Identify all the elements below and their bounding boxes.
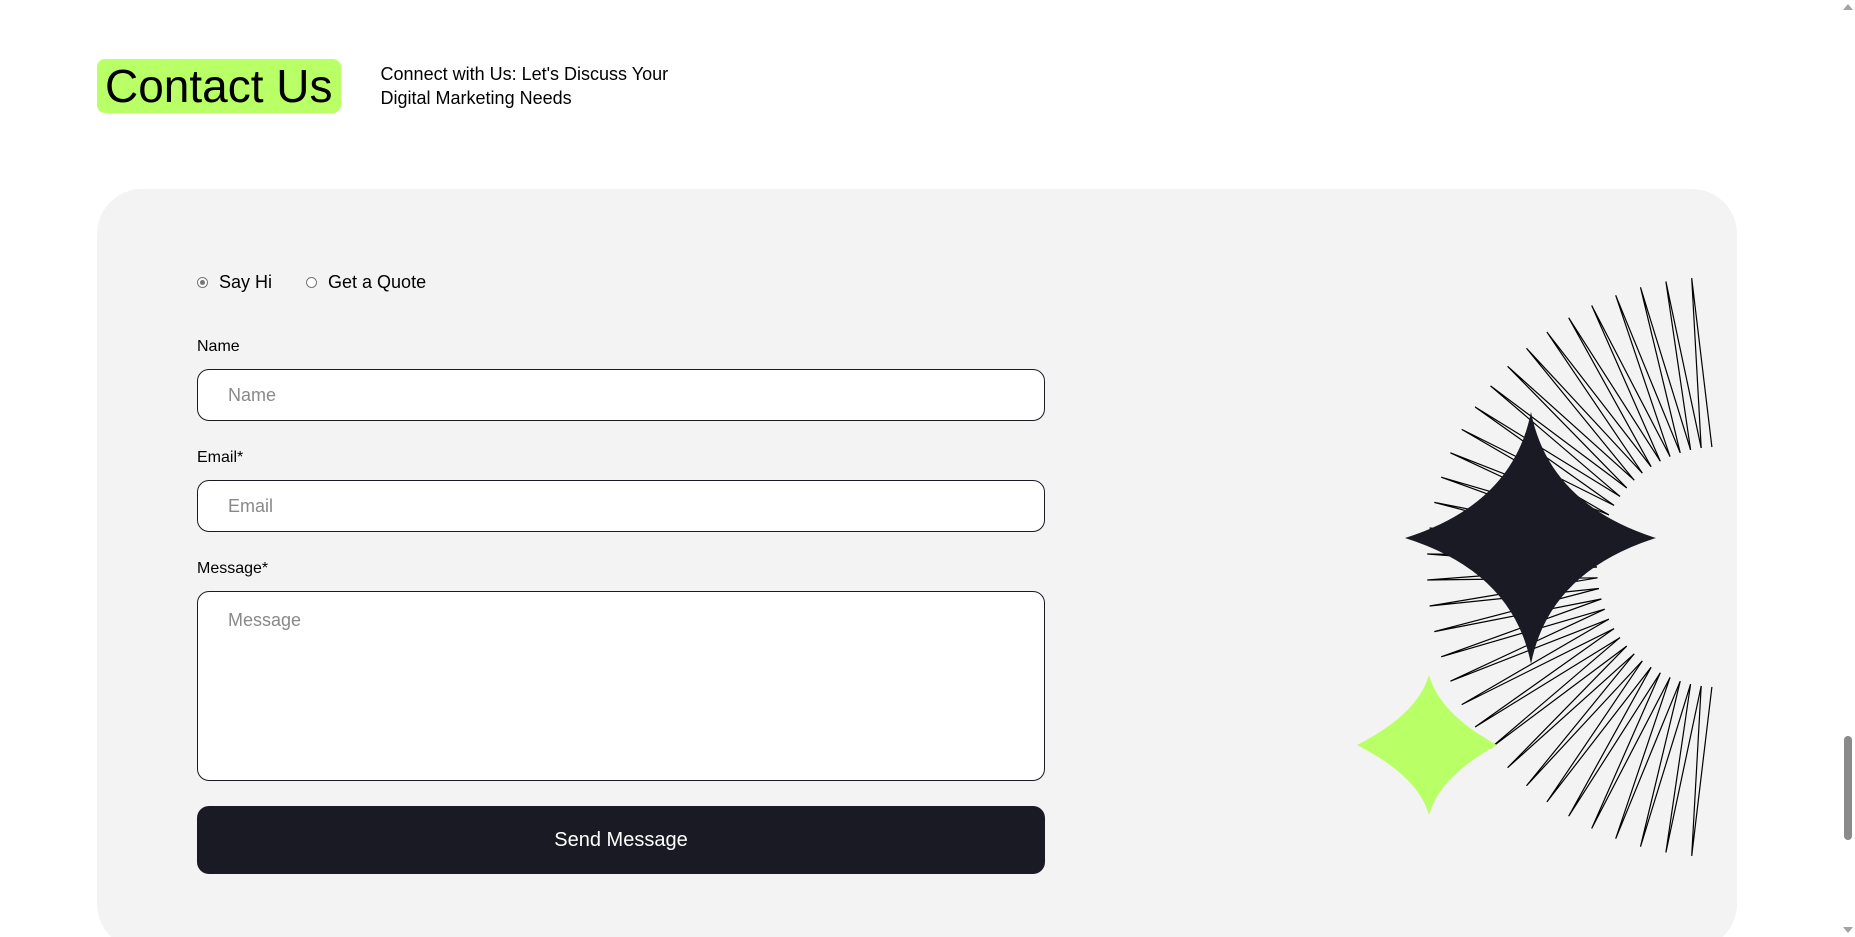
sunburst-spike (1639, 287, 1692, 453)
scrollbar-thumb[interactable] (1844, 736, 1852, 840)
sunburst-spike (1691, 278, 1713, 449)
sunburst-spike (1639, 681, 1692, 847)
sunburst-spike (1490, 637, 1628, 749)
sunburst-spike (1691, 685, 1713, 856)
sunburst-spike (1507, 645, 1635, 769)
sunburst-spike (1591, 672, 1671, 829)
scrollbar[interactable] (1840, 0, 1855, 937)
sunburst-spike (1665, 281, 1702, 450)
scroll-up-arrow-icon[interactable] (1843, 4, 1853, 10)
section-header: Contact Us Connect with Us: Let's Discus… (97, 59, 681, 113)
sunburst-spike (1665, 684, 1702, 853)
sunburst-spike (1568, 667, 1661, 817)
sunburst-spike (1526, 653, 1643, 787)
scroll-down-arrow-icon[interactable] (1843, 927, 1853, 933)
contact-form-panel: Say Hi Get a Quote Name Name Email* Emai… (97, 189, 1737, 937)
dark-star-icon (1405, 412, 1656, 664)
page-title: Contact Us (97, 59, 341, 113)
decorative-illustration (1357, 278, 1713, 856)
page: Contact Us Connect with Us: Let's Discus… (0, 0, 1855, 937)
page-subtitle: Connect with Us: Let's Discuss Your Digi… (380, 64, 669, 108)
sunburst-spike (1591, 305, 1671, 462)
sunburst-spike (1568, 317, 1661, 467)
